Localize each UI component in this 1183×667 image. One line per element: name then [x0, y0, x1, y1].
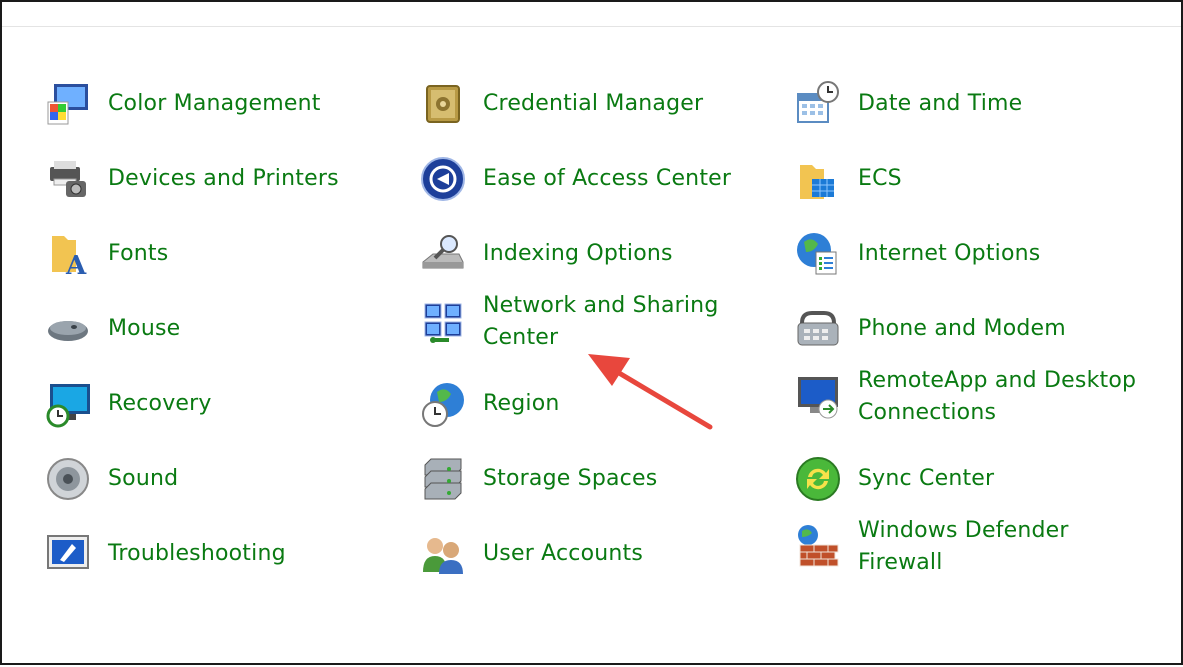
- devices-and-printers-icon: [42, 153, 94, 205]
- item-label: Date and Time: [858, 91, 1023, 116]
- item-label: Indexing Options: [483, 241, 673, 266]
- item-label: Network and Sharing Center: [483, 293, 719, 350]
- region-icon: [417, 378, 469, 430]
- control-panel-window: Color Management Credential Manager Date…: [0, 0, 1183, 665]
- item-label: Fonts: [108, 241, 169, 266]
- item-label: Sync Center: [858, 466, 995, 491]
- item-label: Windows Defender Firewall: [858, 518, 1069, 575]
- item-user-accounts[interactable]: User Accounts: [417, 522, 777, 586]
- item-label: Mouse: [108, 316, 181, 341]
- header-divider: [2, 26, 1181, 27]
- item-label: Region: [483, 391, 560, 416]
- internet-options-icon: [792, 228, 844, 280]
- item-fonts[interactable]: A Fonts: [42, 222, 402, 286]
- user-accounts-icon: [417, 528, 469, 580]
- item-remoteapp[interactable]: RemoteApp and Desktop Connections: [792, 357, 1152, 437]
- storage-spaces-icon: [417, 453, 469, 505]
- remoteapp-icon: [792, 371, 844, 423]
- item-sound[interactable]: Sound: [42, 447, 402, 511]
- item-label: Credential Manager: [483, 91, 704, 116]
- svg-text:A: A: [65, 251, 87, 278]
- item-label: Ease of Access Center: [483, 166, 732, 191]
- indexing-options-icon: [417, 228, 469, 280]
- item-label: Phone and Modem: [858, 316, 1066, 341]
- folder-ecs-icon: [792, 153, 844, 205]
- item-credential-manager[interactable]: Credential Manager: [417, 72, 777, 136]
- item-windows-defender-firewall[interactable]: Windows Defender Firewall: [792, 507, 1152, 587]
- item-recovery[interactable]: Recovery: [42, 372, 402, 436]
- item-label: ECS: [858, 166, 902, 191]
- ease-of-access-icon: [417, 153, 469, 205]
- item-label: RemoteApp and Desktop Connections: [858, 368, 1137, 425]
- item-color-management[interactable]: Color Management: [42, 72, 402, 136]
- item-label: Sound: [108, 466, 179, 491]
- sync-center-icon: [792, 453, 844, 505]
- color-management-icon: [42, 78, 94, 130]
- item-network-and-sharing-center[interactable]: Network and Sharing Center: [417, 282, 777, 362]
- item-label: Devices and Printers: [108, 166, 339, 191]
- mouse-icon: [42, 303, 94, 355]
- item-label: User Accounts: [483, 541, 644, 566]
- network-sharing-icon: [417, 296, 469, 348]
- item-label: Recovery: [108, 391, 212, 416]
- item-region[interactable]: Region: [417, 372, 777, 436]
- troubleshooting-icon: [42, 528, 94, 580]
- item-label: Color Management: [108, 91, 321, 116]
- item-ecs[interactable]: ECS: [792, 147, 1152, 211]
- item-label: Internet Options: [858, 241, 1041, 266]
- item-sync-center[interactable]: Sync Center: [792, 447, 1152, 511]
- sound-icon: [42, 453, 94, 505]
- item-storage-spaces[interactable]: Storage Spaces: [417, 447, 777, 511]
- item-devices-and-printers[interactable]: Devices and Printers: [42, 147, 402, 211]
- item-label: Troubleshooting: [108, 541, 286, 566]
- recovery-icon: [42, 378, 94, 430]
- item-label: Storage Spaces: [483, 466, 658, 491]
- item-mouse[interactable]: Mouse: [42, 297, 402, 361]
- item-troubleshooting[interactable]: Troubleshooting: [42, 522, 402, 586]
- item-phone-and-modem[interactable]: Phone and Modem: [792, 297, 1152, 361]
- item-indexing-options[interactable]: Indexing Options: [417, 222, 777, 286]
- credential-manager-icon: [417, 78, 469, 130]
- firewall-icon: [792, 521, 844, 573]
- item-ease-of-access[interactable]: Ease of Access Center: [417, 147, 777, 211]
- fonts-icon: A: [42, 228, 94, 280]
- phone-modem-icon: [792, 303, 844, 355]
- date-and-time-icon: [792, 78, 844, 130]
- item-internet-options[interactable]: Internet Options: [792, 222, 1152, 286]
- item-date-and-time[interactable]: Date and Time: [792, 72, 1152, 136]
